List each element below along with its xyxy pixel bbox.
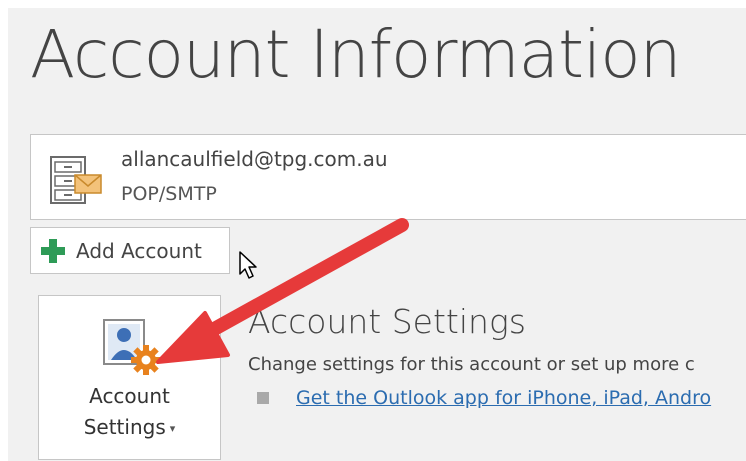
account-settings-button[interactable]: Account Settings ▾ (38, 295, 221, 460)
page-title: Account Information (30, 16, 682, 93)
backstage-panel: Account Information allancaulfield@tpg.c… (8, 8, 746, 461)
plus-icon (41, 238, 65, 263)
add-account-button[interactable]: Add Account (30, 227, 230, 274)
bullet-icon (257, 392, 269, 404)
section-title: Account Settings (248, 302, 526, 341)
add-account-label: Add Account (76, 238, 202, 263)
account-settings-label-line1: Account (89, 384, 170, 408)
chevron-down-icon: ▾ (169, 422, 176, 435)
account-settings-icon (103, 319, 161, 375)
account-email: allancaulfield@tpg.com.au (121, 147, 388, 171)
outlook-app-link[interactable]: Get the Outlook app for iPhone, iPad, An… (296, 387, 711, 409)
account-type: POP/SMTP (121, 183, 217, 205)
mail-cabinet-icon (50, 156, 102, 204)
section-description: Change settings for this account or set … (248, 354, 695, 375)
account-settings-label-text: Settings (83, 415, 166, 439)
mouse-cursor-icon (239, 251, 257, 279)
account-selector[interactable]: allancaulfield@tpg.com.au POP/SMTP (30, 134, 746, 220)
account-settings-label-line2: Settings ▾ (39, 415, 220, 439)
